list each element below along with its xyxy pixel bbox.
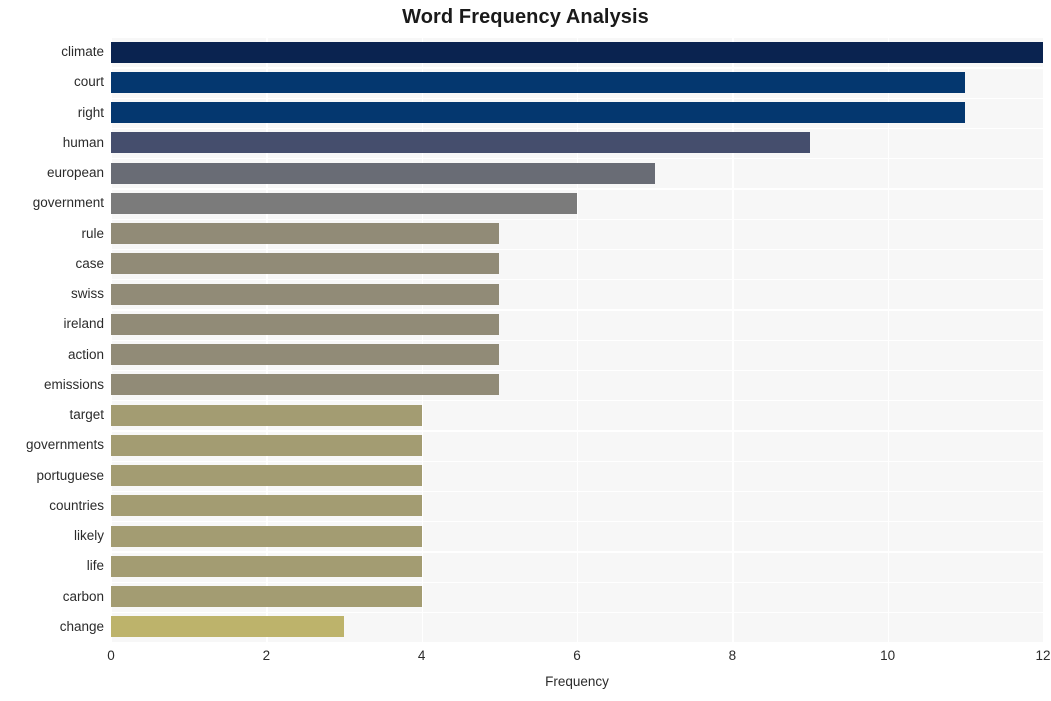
y-axis-label-ireland: ireland: [63, 316, 104, 332]
bar: [111, 525, 422, 547]
y-axis-label-climate: climate: [61, 44, 104, 60]
bar: [111, 132, 810, 154]
y-axis-label-case: case: [75, 255, 104, 271]
y-axis-label-portuguese: portuguese: [36, 467, 104, 483]
y-axis-label-government: government: [32, 195, 104, 211]
bar: [111, 616, 344, 638]
bar: [111, 223, 500, 245]
y-axis-label-action: action: [67, 346, 104, 362]
bar: [111, 344, 500, 366]
y-axis-tick-labels: climate court right human european government…: [0, 37, 104, 642]
horizontal-gridline: [111, 309, 1043, 311]
x-axis-tick-6: 6: [573, 648, 581, 663]
bar: [111, 465, 422, 487]
y-axis-label-right: right: [77, 104, 104, 120]
bar: [111, 434, 422, 456]
y-axis-label-carbon: carbon: [62, 588, 104, 604]
horizontal-gridline: [111, 218, 1043, 220]
bar: [111, 495, 422, 517]
horizontal-gridline: [111, 581, 1043, 583]
y-axis-label-likely: likely: [73, 528, 104, 544]
chart-title: Word Frequency Analysis: [402, 6, 649, 28]
bar: [111, 41, 1043, 63]
horizontal-gridline: [111, 158, 1043, 160]
bar: [111, 283, 500, 305]
bar: [111, 192, 577, 214]
y-axis-label-target: target: [69, 407, 104, 423]
x-axis-tick-labels: 0 2 4 6 8 10 12: [0, 648, 1051, 670]
horizontal-gridline: [111, 460, 1043, 462]
horizontal-gridline: [111, 369, 1043, 372]
y-axis-label-swiss: swiss: [71, 286, 104, 302]
horizontal-gridline: [111, 127, 1043, 130]
horizontal-gridline: [111, 67, 1043, 69]
x-axis-tick-2: 2: [262, 648, 271, 663]
y-axis-label-emissions: emissions: [43, 376, 104, 392]
vertical-gridline: [1043, 37, 1045, 642]
word-frequency-chart: Word Frequency Analysis climate court righ…: [0, 0, 1051, 701]
horizontal-gridline: [111, 490, 1043, 493]
horizontal-gridline: [111, 430, 1043, 432]
horizontal-gridline: [111, 551, 1043, 553]
horizontal-gridline: [111, 339, 1043, 341]
horizontal-gridline: [111, 521, 1043, 523]
horizontal-gridline: [111, 248, 1043, 251]
x-axis-title: Frequency: [545, 674, 609, 689]
horizontal-gridline: [111, 188, 1043, 190]
horizontal-gridline: [111, 97, 1043, 99]
bar: [111, 71, 966, 93]
bar: [111, 555, 422, 577]
y-axis-label-rule: rule: [81, 225, 104, 241]
y-axis-label-european: european: [46, 165, 104, 181]
y-axis-label-governments: governments: [25, 437, 104, 453]
y-axis-label-life: life: [86, 558, 104, 574]
horizontal-gridline: [111, 400, 1043, 402]
horizontal-gridline: [111, 642, 1043, 644]
bar: [111, 162, 655, 184]
x-axis-tick-12: 12: [1035, 648, 1051, 663]
bar: [111, 253, 500, 275]
horizontal-gridline: [111, 279, 1043, 281]
y-axis-label-human: human: [62, 134, 104, 150]
y-axis-label-change: change: [59, 618, 104, 634]
plot-area: [111, 37, 1045, 644]
bar: [111, 404, 422, 426]
y-axis-label-court: court: [73, 74, 104, 90]
x-axis-tick-0: 0: [107, 648, 115, 663]
horizontal-gridline: [111, 37, 1043, 39]
x-axis-tick-10: 10: [880, 648, 896, 663]
bar: [111, 586, 422, 608]
x-axis-tick-4: 4: [417, 648, 426, 663]
bar: [111, 374, 500, 396]
bar: [111, 102, 966, 124]
bar: [111, 313, 500, 335]
horizontal-gridline: [111, 611, 1043, 614]
x-axis-tick-8: 8: [728, 648, 737, 663]
y-axis-label-countries: countries: [49, 497, 104, 513]
